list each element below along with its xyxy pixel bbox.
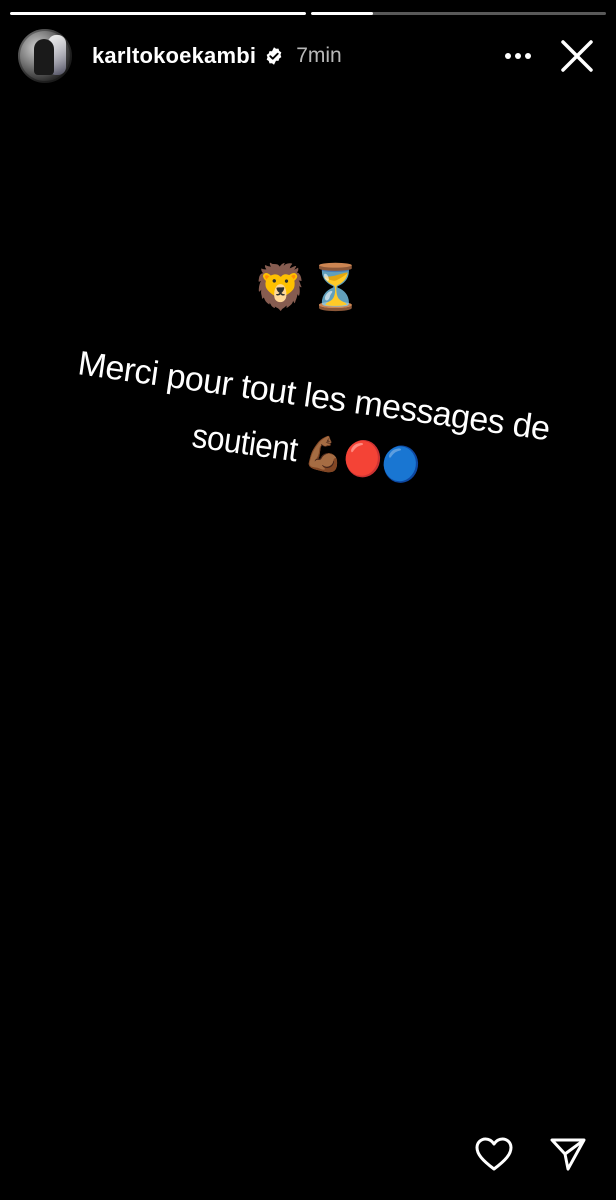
emoji-sticker: 🦁⏳ [253, 263, 363, 312]
progress-segment [310, 12, 606, 15]
timestamp: 7min [296, 44, 342, 67]
send-icon[interactable] [546, 1132, 590, 1176]
verified-badge-icon [264, 46, 284, 66]
story-header: karltokoekambi 7min [18, 28, 602, 84]
progress-fill [10, 12, 306, 15]
progress-segment [10, 12, 306, 15]
avatar[interactable] [18, 29, 72, 83]
username[interactable]: karltokoekambi [92, 43, 256, 69]
avatar-figure [34, 39, 54, 75]
more-options-icon[interactable] [496, 34, 540, 78]
story-progress-bar [10, 12, 606, 15]
story-caption: Merci pour tout les messages de soutient… [55, 334, 566, 514]
progress-fill [310, 12, 373, 15]
close-icon[interactable] [552, 31, 602, 81]
story-footer [472, 1132, 590, 1176]
heart-icon[interactable] [472, 1132, 516, 1176]
